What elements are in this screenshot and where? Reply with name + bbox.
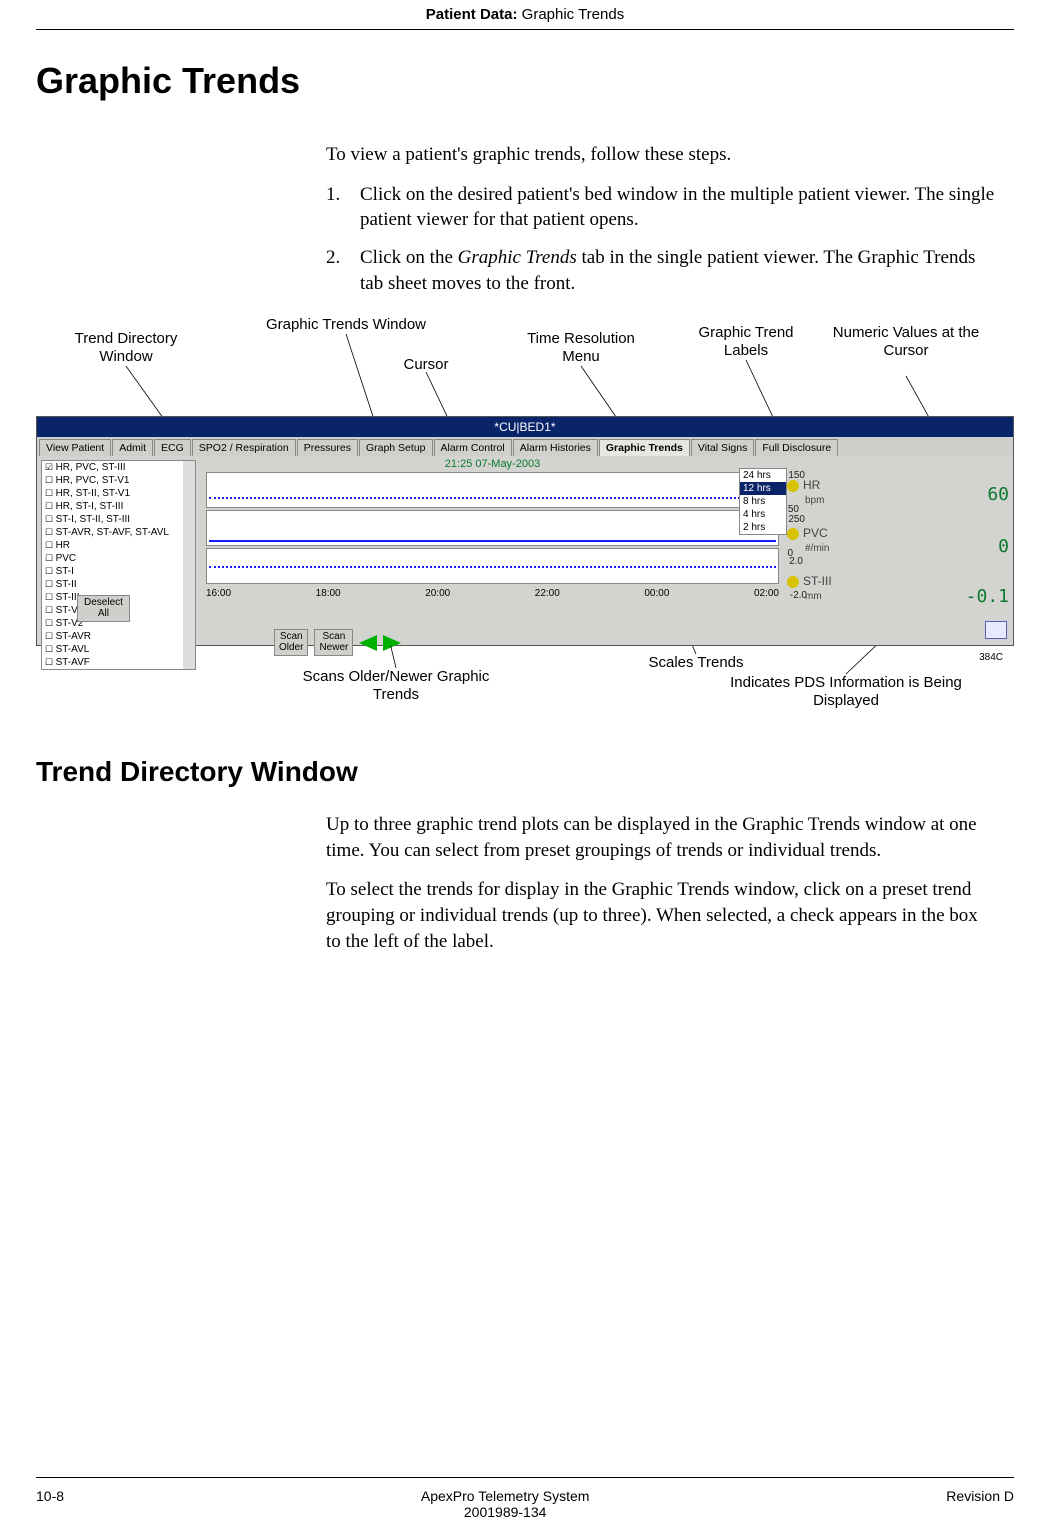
time-resolution-option[interactable]: 4 hrs [740, 508, 786, 521]
tab-graphic-trends[interactable]: Graphic Trends [599, 439, 690, 456]
trend-dir-item[interactable]: HR, ST-I, ST-III [42, 500, 195, 513]
cursor-value-1: 60 [987, 484, 1009, 505]
x-axis-labels: 16:00 18:00 20:00 22:00 00:00 02:00 [206, 588, 779, 599]
cursor-value-2: 0 [998, 536, 1009, 557]
timestamp-label: 21:25 07-May-2003 [206, 458, 779, 470]
tab-spo2-respiration[interactable]: SPO2 / Respiration [192, 439, 296, 456]
alarm-icon[interactable] [787, 480, 799, 492]
x-tick: 16:00 [206, 588, 231, 599]
tab-admit[interactable]: Admit [112, 439, 153, 456]
trend-dir-item[interactable]: ST-AVR, ST-AVF, ST-AVL [42, 526, 195, 539]
callout-numeric-values: Numeric Values at the Cursor [831, 324, 981, 360]
step-1-num: 1. [326, 182, 360, 233]
trend-label-hr: HRbpm [787, 478, 824, 506]
tab-view-patient[interactable]: View Patient [39, 439, 111, 456]
trend-dir-item[interactable]: HR, PVC, ST-V1 [42, 474, 195, 487]
trend-dir-item[interactable]: ST-II [42, 578, 195, 591]
subsection-title: Trend Directory Window [36, 756, 1014, 788]
step-2-num: 2. [326, 245, 360, 296]
x-tick: 18:00 [316, 588, 341, 599]
step-1-text: Click on the desired patient's bed windo… [360, 182, 996, 233]
trend-directory-listbox[interactable]: HR, PVC, ST-IIIHR, PVC, ST-V1HR, ST-II, … [41, 460, 196, 670]
scrollbar[interactable] [183, 461, 195, 669]
callouts-top: Trend Directory Window Graphic Trends Wi… [36, 316, 1014, 416]
step-1: 1. Click on the desired patient's bed wi… [326, 182, 996, 233]
plot-area: 21:25 07-May-2003 16:00 18:00 20:00 22:00 00… [202, 456, 783, 626]
deselect-all-button[interactable]: Deselect All [77, 595, 130, 622]
trend-labels-panel: HRbpm PVC#/min ST-IIImm [783, 456, 943, 626]
time-resolution-option[interactable]: 8 hrs [740, 495, 786, 508]
time-resolution-option[interactable]: 2 hrs [740, 521, 786, 534]
x-tick: 20:00 [425, 588, 450, 599]
footer-revision: Revision D [946, 1488, 1014, 1520]
callout-cursor: Cursor [386, 356, 466, 374]
x-tick: 00:00 [644, 588, 669, 599]
step-2: 2. Click on the Graphic Trends tab in th… [326, 245, 996, 296]
header-section: Patient Data: [426, 6, 518, 23]
x-tick: 02:00 [754, 588, 779, 599]
paragraph-2: Up to three graphic trend plots can be d… [326, 812, 996, 863]
trend-dir-item[interactable]: ST-I [42, 565, 195, 578]
footer-rule [36, 1477, 1014, 1478]
step-2-text: Click on the Graphic Trends tab in the s… [360, 245, 996, 296]
tab-vital-signs[interactable]: Vital Signs [691, 439, 754, 456]
window-titlebar: *CU|BED1* [37, 417, 1013, 437]
section-title: Graphic Trends [36, 60, 1014, 102]
callout-scales: Scales Trends [616, 654, 776, 672]
page-header: Patient Data: Graphic Trends [36, 0, 1014, 23]
tab-alarm-histories[interactable]: Alarm Histories [513, 439, 598, 456]
header-subsection: Graphic Trends [517, 6, 624, 23]
cursor-values-panel: 60 0 -0.1 [943, 456, 1013, 626]
trend-dir-item[interactable]: PVC [42, 552, 195, 565]
callout-scans: Scans Older/Newer Graphic Trends [296, 668, 496, 704]
tab-graph-setup[interactable]: Graph Setup [359, 439, 433, 456]
callout-trend-labels: Graphic Trend Labels [681, 324, 811, 360]
callouts-bottom: Scans Older/Newer Graphic Trends Scales … [36, 646, 1014, 726]
tab-pressures[interactable]: Pressures [297, 439, 358, 456]
tab-ecg[interactable]: ECG [154, 439, 191, 456]
trend-dir-item[interactable]: ST-I, ST-II, ST-III [42, 513, 195, 526]
pds-icon [985, 621, 1007, 639]
header-rule [36, 29, 1014, 30]
trend-plot-3[interactable] [206, 548, 779, 584]
time-resolution-dropdown[interactable]: 24 hrs12 hrs8 hrs4 hrs2 hrs [739, 468, 787, 535]
trend-dir-item[interactable]: HR [42, 539, 195, 552]
screenshot-graphic-trends: *CU|BED1* View PatientAdmitECGSPO2 / Res… [36, 416, 1014, 646]
time-resolution-option[interactable]: 24 hrs [740, 469, 786, 482]
trend-dir-item[interactable]: HR, ST-II, ST-V1 [42, 487, 195, 500]
callout-graphic-trends-window: Graphic Trends Window [246, 316, 446, 334]
cursor-value-3: -0.1 [966, 586, 1009, 607]
intro-paragraph: To view a patient's graphic trends, foll… [326, 142, 996, 168]
time-resolution-option[interactable]: 12 hrs [740, 482, 786, 495]
tab-full-disclosure[interactable]: Full Disclosure [755, 439, 838, 456]
x-tick: 22:00 [535, 588, 560, 599]
paragraph-3: To select the trends for display in the … [326, 877, 996, 954]
footer-center: ApexPro Telemetry System 2001989-134 [64, 1488, 946, 1520]
tab-alarm-control[interactable]: Alarm Control [434, 439, 512, 456]
steps-list: 1. Click on the desired patient's bed wi… [326, 182, 996, 297]
trend-plot-2[interactable] [206, 510, 779, 546]
alarm-icon[interactable] [787, 576, 799, 588]
tab-bar: View PatientAdmitECGSPO2 / RespirationPr… [37, 437, 1013, 456]
callout-pds: Indicates PDS Information is Being Displ… [716, 674, 976, 710]
callout-trend-directory: Trend Directory Window [56, 330, 196, 366]
alarm-icon[interactable] [787, 528, 799, 540]
trend-dir-item[interactable]: ST-AVR [42, 630, 195, 643]
trend-dir-item[interactable]: HR, PVC, ST-III [42, 461, 195, 474]
footer-page-number: 10-8 [36, 1488, 64, 1520]
page-footer: 10-8 ApexPro Telemetry System 2001989-13… [36, 1488, 1014, 1520]
trend-label-pvc: PVC#/min [787, 526, 829, 554]
callout-time-resolution: Time Resolution Menu [511, 330, 651, 366]
trend-plot-1[interactable] [206, 472, 779, 508]
trend-label-st3: ST-IIImm [787, 574, 832, 602]
